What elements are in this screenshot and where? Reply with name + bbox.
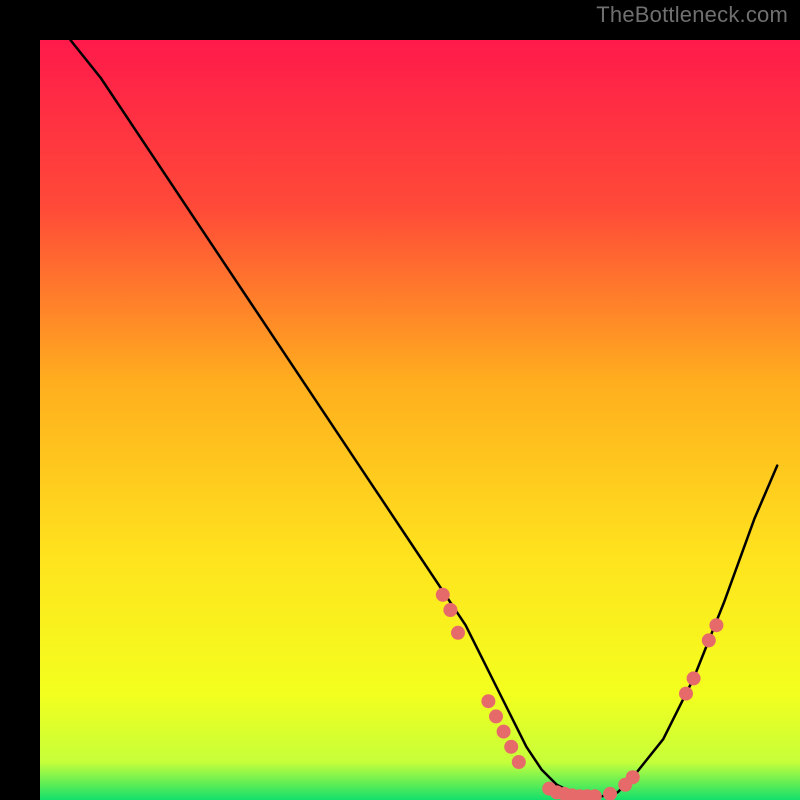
data-dot — [481, 694, 495, 708]
data-dot — [687, 671, 701, 685]
data-dot — [436, 588, 450, 602]
data-dot — [512, 755, 526, 769]
data-dot — [443, 603, 457, 617]
data-dot — [626, 770, 640, 784]
bottleneck-chart — [40, 40, 800, 800]
gradient-background — [40, 40, 800, 800]
data-dot — [504, 740, 518, 754]
data-dot — [679, 687, 693, 701]
watermark-text: TheBottleneck.com — [596, 2, 788, 28]
data-dot — [702, 633, 716, 647]
data-dot — [497, 725, 511, 739]
data-dot — [489, 709, 503, 723]
data-dot — [709, 618, 723, 632]
chart-frame — [20, 20, 780, 780]
data-dot — [451, 626, 465, 640]
